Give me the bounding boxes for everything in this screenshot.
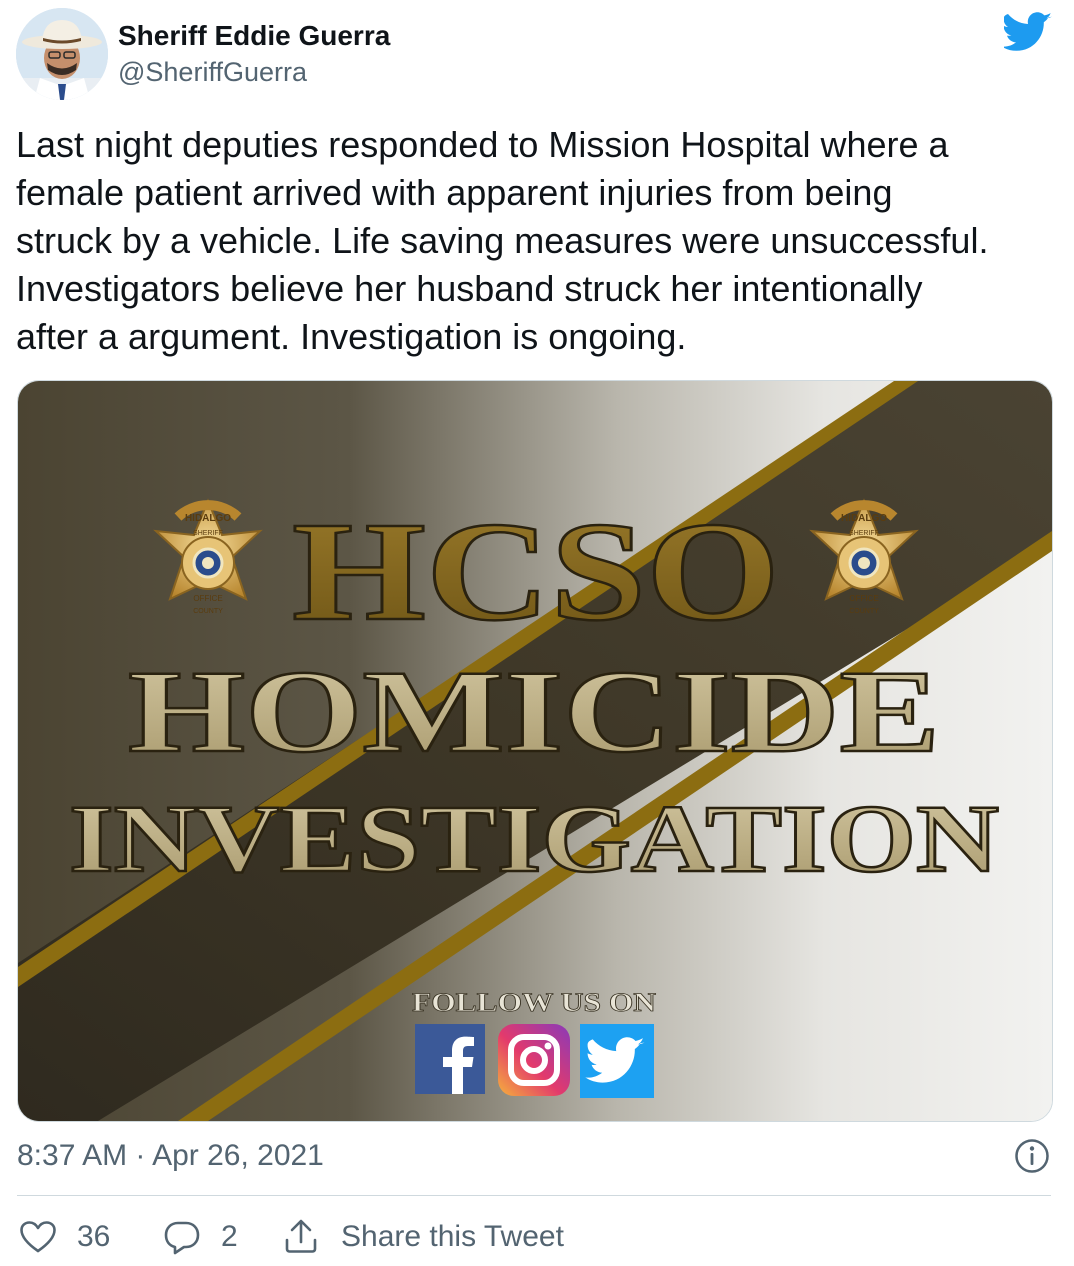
like-count: 36 [77,1220,111,1253]
author-display-name[interactable]: Sheriff Eddie Guerra [118,18,390,54]
divider [17,1195,1051,1196]
twitter-bird-icon[interactable] [1004,12,1052,52]
badge-office-text: OFFICE [193,594,222,603]
author-handle[interactable]: @SheriffGuerra [118,54,390,90]
badge-sub-text: SHERIFF [193,530,223,537]
info-icon[interactable] [1014,1138,1050,1174]
author-block[interactable]: Sheriff Eddie Guerra @SheriffGuerra [118,18,390,90]
media-headline-homicide: HOMICIDE [128,646,940,777]
follow-us-label: FOLLOW US ON [412,988,656,1017]
comment-icon [164,1221,200,1255]
facebook-icon [415,1024,485,1094]
twitter-icon [580,1024,654,1098]
tweet-text: Last night deputies responded to Mission… [16,124,989,357]
badge-county-text: COUNTY [193,608,223,615]
avatar[interactable] [16,8,108,100]
share-icon [285,1219,317,1253]
badge-top-text: HIDALGO [185,513,231,524]
reply-count: 2 [221,1220,238,1253]
media-headline-hcso: HCSO [292,492,780,650]
share-button[interactable]: Share this Tweet [283,1216,583,1260]
media-headline-investigation: INVESTIGATION [69,785,999,892]
badge-top-text: HIDALGO [841,513,887,524]
avatar-image [16,8,108,100]
tweet-media-image[interactable]: HIDALGO SHERIFF OFFICE COUNTY HIDALGO SH… [17,380,1053,1122]
share-label: Share this Tweet [341,1220,564,1253]
tweet-timestamp[interactable]: 8:37 AM · Apr 26, 2021 [17,1136,324,1176]
reply-button[interactable]: 2 [163,1216,253,1260]
like-button[interactable]: 36 [17,1216,127,1260]
badge-office-text: OFFICE [849,594,878,603]
heart-icon [20,1221,56,1253]
badge-county-text: COUNTY [849,608,879,615]
badge-sub-text: SHERIFF [849,530,879,537]
instagram-icon [498,1024,570,1096]
